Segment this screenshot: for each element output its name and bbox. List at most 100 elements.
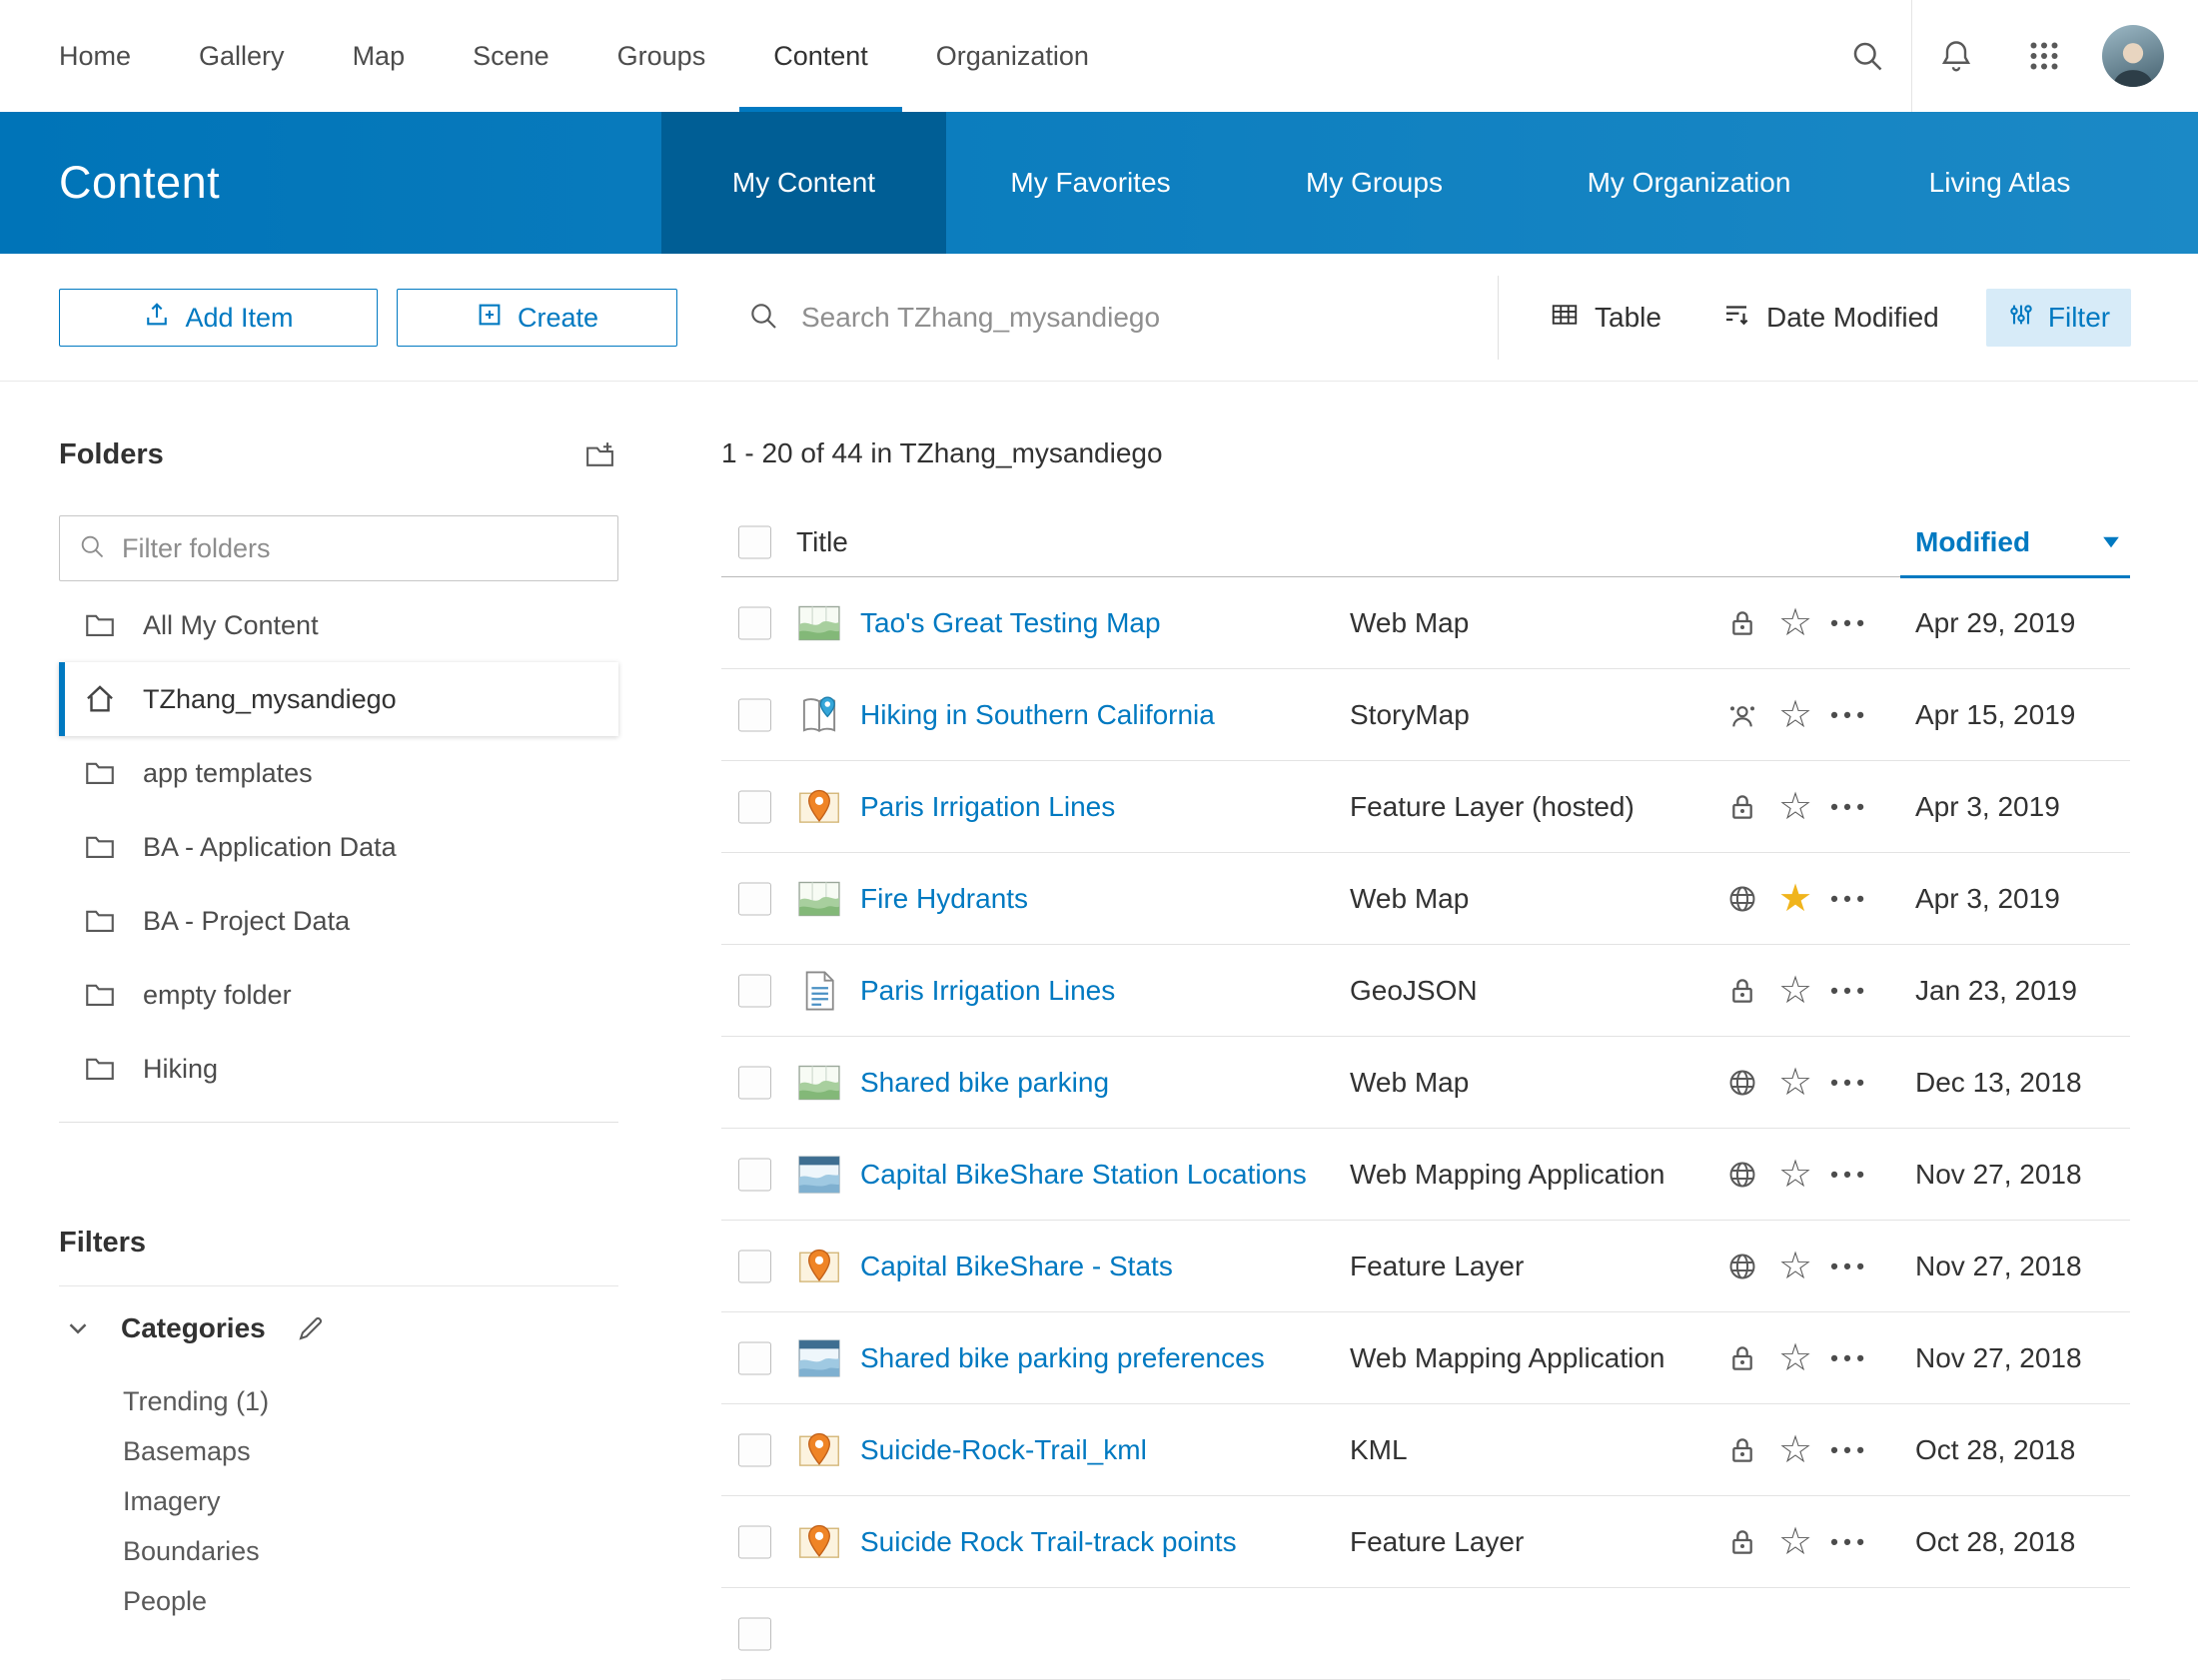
folder-icon (83, 830, 117, 864)
avatar[interactable] (2102, 25, 2164, 87)
item-title-link[interactable]: Hiking in Southern California (860, 699, 1215, 731)
caret-down-icon[interactable] (2098, 529, 2124, 555)
row-checkbox[interactable] (738, 1433, 771, 1466)
category-item-people[interactable]: People (123, 1576, 618, 1626)
row-checkbox[interactable] (738, 790, 771, 823)
create-label: Create (518, 303, 598, 334)
more-options-icon[interactable]: ••• (1830, 1528, 1869, 1555)
tab-my-favorites[interactable]: My Favorites (946, 112, 1235, 254)
filter-button[interactable]: Filter (1986, 289, 2131, 347)
row-checkbox[interactable] (738, 1617, 771, 1650)
row-checkbox[interactable] (738, 698, 771, 731)
star-icon[interactable]: ☆ (1778, 1339, 1812, 1377)
row-checkbox[interactable] (738, 974, 771, 1007)
folder-item-hiking[interactable]: Hiking (59, 1032, 618, 1106)
item-modified-date: Apr 3, 2019 (1915, 791, 2060, 823)
nav-item-map[interactable]: Map (319, 0, 440, 112)
star-icon[interactable]: ☆ (1778, 604, 1812, 642)
folder-item-empty-folder[interactable]: empty folder (59, 958, 618, 1032)
star-icon[interactable]: ★ (1778, 880, 1812, 918)
search-icon[interactable] (1823, 0, 1911, 112)
star-icon[interactable]: ☆ (1778, 1064, 1812, 1102)
row-checkbox[interactable] (738, 1525, 771, 1558)
row-checkbox[interactable] (738, 606, 771, 639)
tab-my-organization[interactable]: My Organization (1514, 112, 1864, 254)
column-modified-sort[interactable]: Modified (1915, 526, 2030, 558)
filter-folders-input[interactable] (122, 533, 599, 564)
globe-icon (1726, 883, 1758, 915)
more-options-icon[interactable]: ••• (1830, 1069, 1869, 1096)
folder-item-ba-project-data[interactable]: BA - Project Data (59, 884, 618, 958)
folder-item-all-my-content[interactable]: All My Content (59, 588, 618, 662)
more-options-icon[interactable]: ••• (1830, 1436, 1869, 1463)
feature-layer-icon (797, 785, 841, 829)
more-options-icon[interactable]: ••• (1830, 793, 1869, 820)
app-launcher-icon[interactable] (2000, 0, 2088, 112)
more-options-icon[interactable]: ••• (1830, 977, 1869, 1004)
item-type: Feature Layer (1350, 1526, 1524, 1558)
add-item-button[interactable]: Add Item (59, 289, 378, 347)
more-options-icon[interactable]: ••• (1830, 701, 1869, 728)
item-modified-date: Apr 15, 2019 (1915, 699, 2075, 731)
folder-item-app-templates[interactable]: app templates (59, 736, 618, 810)
star-icon[interactable]: ☆ (1778, 1431, 1812, 1469)
nav-item-scene[interactable]: Scene (439, 0, 583, 112)
nav-item-organization[interactable]: Organization (902, 0, 1123, 112)
folder-item-tzhang-mysandiego[interactable]: TZhang_mysandiego (59, 662, 618, 736)
category-item-basemaps[interactable]: Basemaps (123, 1426, 618, 1476)
star-icon[interactable]: ☆ (1778, 972, 1812, 1010)
row-checkbox[interactable] (738, 1158, 771, 1191)
tab-my-content[interactable]: My Content (661, 112, 946, 254)
select-all-checkbox[interactable] (738, 525, 771, 558)
nav-item-gallery[interactable]: Gallery (165, 0, 319, 112)
sidebar: Folders All My ContentTZhang_mysandiegoa… (59, 382, 618, 1626)
item-title-link[interactable]: Suicide-Rock-Trail_kml (860, 1434, 1147, 1466)
notifications-bell-icon[interactable] (1912, 0, 2000, 112)
star-icon[interactable]: ☆ (1778, 1523, 1812, 1561)
folder-label: TZhang_mysandiego (143, 684, 397, 715)
web-map-icon (797, 1061, 841, 1105)
more-options-icon[interactable]: ••• (1830, 1253, 1869, 1279)
nav-item-content[interactable]: Content (739, 0, 902, 112)
sort-date-modified-button[interactable]: Date Modified (1721, 254, 1939, 382)
item-title-link[interactable]: Fire Hydrants (860, 883, 1028, 915)
row-checkbox[interactable] (738, 882, 771, 915)
row-checkbox[interactable] (738, 1341, 771, 1374)
categories-section-toggle[interactable]: Categories (59, 1302, 618, 1354)
item-title-link[interactable]: Suicide Rock Trail-track points (860, 1526, 1237, 1558)
create-button[interactable]: Create (397, 289, 677, 347)
item-type: Web Map (1350, 1067, 1469, 1099)
search-input[interactable] (801, 302, 1421, 334)
more-options-icon[interactable]: ••• (1830, 885, 1869, 912)
item-title-link[interactable]: Capital BikeShare Station Locations (860, 1159, 1307, 1191)
page-title: Content (59, 112, 220, 254)
more-options-icon[interactable]: ••• (1830, 1161, 1869, 1188)
edit-pencil-icon[interactable] (296, 1313, 326, 1343)
tab-living-atlas[interactable]: Living Atlas (1864, 112, 2135, 254)
more-options-icon[interactable]: ••• (1830, 609, 1869, 636)
item-title-link[interactable]: Paris Irrigation Lines (860, 975, 1115, 1007)
category-item-boundaries[interactable]: Boundaries (123, 1526, 618, 1576)
folder-item-ba-application-data[interactable]: BA - Application Data (59, 810, 618, 884)
item-title-link[interactable]: Shared bike parking (860, 1067, 1109, 1099)
category-item-imagery[interactable]: Imagery (123, 1476, 618, 1526)
nav-item-groups[interactable]: Groups (583, 0, 740, 112)
more-options-icon[interactable]: ••• (1830, 1344, 1869, 1371)
nav-item-home[interactable]: Home (25, 0, 165, 112)
folder-icon (83, 756, 117, 790)
category-item-trending-1[interactable]: Trending (1) (123, 1376, 618, 1426)
star-icon[interactable]: ☆ (1778, 696, 1812, 734)
item-title-link[interactable]: Tao's Great Testing Map (860, 607, 1161, 639)
new-folder-icon[interactable] (580, 435, 618, 473)
table-view-button[interactable]: Table (1550, 254, 1661, 382)
lock-icon (1726, 975, 1758, 1007)
row-checkbox[interactable] (738, 1066, 771, 1099)
star-icon[interactable]: ☆ (1778, 1156, 1812, 1194)
star-icon[interactable]: ☆ (1778, 1248, 1812, 1285)
tab-my-groups[interactable]: My Groups (1235, 112, 1514, 254)
item-title-link[interactable]: Capital BikeShare - Stats (860, 1251, 1173, 1282)
item-title-link[interactable]: Paris Irrigation Lines (860, 791, 1115, 823)
star-icon[interactable]: ☆ (1778, 788, 1812, 826)
row-checkbox[interactable] (738, 1250, 771, 1282)
item-title-link[interactable]: Shared bike parking preferences (860, 1342, 1265, 1374)
